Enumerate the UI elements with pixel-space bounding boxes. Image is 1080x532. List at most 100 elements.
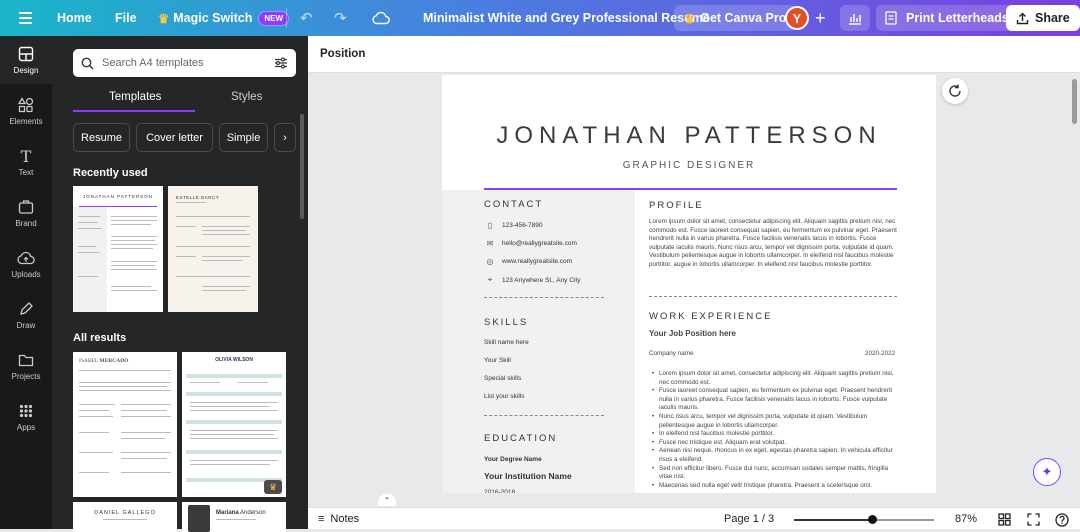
- magic-sparkle-icon[interactable]: ✦: [1033, 458, 1061, 486]
- thumb-line: [78, 246, 96, 247]
- refresh-comment-icon[interactable]: [942, 78, 968, 104]
- skill-item[interactable]: Skill name here: [484, 339, 529, 346]
- phone-icon: ▯: [487, 221, 493, 230]
- template-thumb-recent-1[interactable]: JONATHAN PATTERSON: [73, 186, 163, 312]
- help-icon[interactable]: [1055, 513, 1069, 530]
- search-input[interactable]: Search A4 templates: [102, 57, 274, 69]
- rail-item-design[interactable]: Design: [0, 36, 52, 84]
- skills-heading[interactable]: SKILLS: [484, 317, 528, 328]
- chevron-right-icon[interactable]: ›: [274, 123, 296, 152]
- rail-item-uploads[interactable]: Uploads: [0, 240, 52, 288]
- contact-website[interactable]: ◎ www.reallygreatsite.com: [484, 257, 573, 266]
- undo-icon[interactable]: ↶: [300, 0, 313, 36]
- template-thumb-result-4[interactable]: Mariana Anderson: [182, 502, 286, 532]
- education-years[interactable]: 2016-2018: [484, 489, 515, 493]
- rail-item-text[interactable]: T Text: [0, 138, 52, 186]
- magic-switch-button[interactable]: ♛ Magic Switch NEW: [158, 0, 290, 36]
- resume-sidebar[interactable]: [442, 190, 635, 493]
- rail-label: Draw: [16, 321, 36, 330]
- position-button[interactable]: Position: [320, 48, 365, 60]
- skill-item[interactable]: Special skills: [484, 375, 521, 382]
- add-member-icon[interactable]: +: [815, 0, 826, 36]
- panel-scrollbar[interactable]: [300, 114, 304, 219]
- template-thumb-result-3[interactable]: DANIEL GALLEGO: [73, 502, 177, 532]
- insights-button[interactable]: [840, 5, 870, 31]
- tab-styles[interactable]: Styles: [231, 91, 262, 103]
- divider: [649, 296, 897, 297]
- email-icon: ✉: [486, 239, 494, 248]
- design-icon: [16, 45, 36, 63]
- company-name[interactable]: Company name: [649, 350, 693, 359]
- avatar[interactable]: Y: [785, 6, 809, 30]
- job-position[interactable]: Your Job Position here: [649, 329, 736, 339]
- resume-page[interactable]: JONATHAN PATTERSON GRAPHIC DESIGNER CONT…: [442, 75, 936, 493]
- chip-cover-letter[interactable]: Cover letter: [136, 123, 213, 152]
- template-thumb-result-2[interactable]: OLIVIA WILSON ♛: [182, 352, 286, 497]
- menu-icon[interactable]: [16, 0, 34, 36]
- contact-email[interactable]: ✉ hello@reallygreatsite.com: [484, 239, 577, 248]
- filter-icon[interactable]: [274, 57, 288, 69]
- zoom-level[interactable]: 87%: [955, 513, 977, 525]
- rail-item-draw[interactable]: Draw: [0, 291, 52, 339]
- notes-button[interactable]: ≡ Notes: [318, 513, 359, 525]
- thumb-line: [111, 265, 155, 266]
- tab-templates[interactable]: Templates: [109, 91, 161, 103]
- canvas-scrollbar[interactable]: [1072, 79, 1077, 124]
- thumb-line: [78, 216, 100, 217]
- resume-job-title[interactable]: GRAPHIC DESIGNER: [442, 160, 936, 171]
- location-pin-icon: ⌖: [487, 275, 493, 284]
- template-thumb-recent-2[interactable]: ESTELLE DARCY: [168, 186, 258, 312]
- print-letterheads-button[interactable]: Print Letterheads: [876, 5, 1017, 31]
- work-heading[interactable]: WORK EXPERIENCE: [649, 311, 772, 322]
- cloud-save-icon[interactable]: [372, 0, 390, 36]
- thumb-last-name: MERCADO: [99, 358, 129, 364]
- profile-text[interactable]: Lorem ipsum dolor sit amet, consectetur …: [649, 218, 899, 270]
- contact-phone[interactable]: ▯ 123-456-7890: [484, 221, 543, 230]
- template-thumb-result-1[interactable]: ISABEL MERCADO: [73, 352, 177, 497]
- education-heading[interactable]: EDUCATION: [484, 433, 557, 444]
- rail-item-apps[interactable]: Apps: [0, 393, 52, 441]
- thumb-line: [121, 438, 165, 439]
- skill-item[interactable]: Your Skill: [484, 357, 511, 364]
- rail-item-elements[interactable]: Elements: [0, 87, 52, 135]
- contact-heading[interactable]: CONTACT: [484, 199, 543, 210]
- crown-icon: ♛: [158, 11, 170, 26]
- share-button[interactable]: Share: [1006, 5, 1080, 31]
- thumb-line: [111, 236, 157, 237]
- work-years[interactable]: 2020-2022: [865, 350, 895, 359]
- institution-name[interactable]: Your Institution Name: [484, 471, 572, 481]
- crown-icon: ♛: [264, 480, 282, 494]
- page-indicator[interactable]: Page 1 / 3: [724, 513, 774, 525]
- work-bullets[interactable]: Lorem ipsum dolor sit amet, consectetur …: [649, 370, 899, 490]
- document-title[interactable]: Minimalist White and Grey Professional R…: [423, 0, 710, 36]
- degree-name[interactable]: Your Degree Name: [484, 456, 542, 463]
- thumb-line: [190, 382, 220, 383]
- resume-name[interactable]: JONATHAN PATTERSON: [442, 122, 936, 150]
- profile-heading[interactable]: PROFILE: [649, 200, 704, 211]
- zoom-slider-knob[interactable]: [868, 515, 878, 524]
- zoom-slider[interactable]: [794, 515, 934, 524]
- thumb-line: [176, 276, 250, 277]
- fullscreen-icon[interactable]: [1027, 513, 1040, 529]
- rail-item-projects[interactable]: Projects: [0, 342, 52, 390]
- home-button[interactable]: Home: [57, 0, 92, 36]
- thumb-title: Mariana Anderson: [216, 510, 266, 516]
- new-badge: NEW: [258, 10, 290, 26]
- chevron-up-icon[interactable]: ⌃: [378, 494, 396, 506]
- grid-view-icon[interactable]: [998, 513, 1011, 529]
- chip-simple[interactable]: Simple: [219, 123, 268, 152]
- thumb-line: [202, 234, 250, 235]
- rail-label: Uploads: [11, 270, 41, 279]
- thumb-band: [186, 450, 282, 454]
- skill-item[interactable]: List your skills: [484, 393, 524, 400]
- contact-address[interactable]: ⌖ 123 Anywhere St., Any City: [484, 275, 581, 285]
- chip-resume[interactable]: Resume: [73, 123, 130, 152]
- elements-icon: [16, 96, 36, 114]
- redo-icon[interactable]: ↷: [334, 0, 347, 36]
- file-menu[interactable]: File: [115, 0, 137, 36]
- context-toolbar: Position: [308, 36, 1080, 73]
- rail-item-brand[interactable]: Brand: [0, 189, 52, 237]
- get-pro-button[interactable]: ♛ Get Canva Pro: [674, 5, 797, 31]
- thumb-line: [79, 386, 167, 387]
- search-box[interactable]: Search A4 templates: [73, 49, 296, 77]
